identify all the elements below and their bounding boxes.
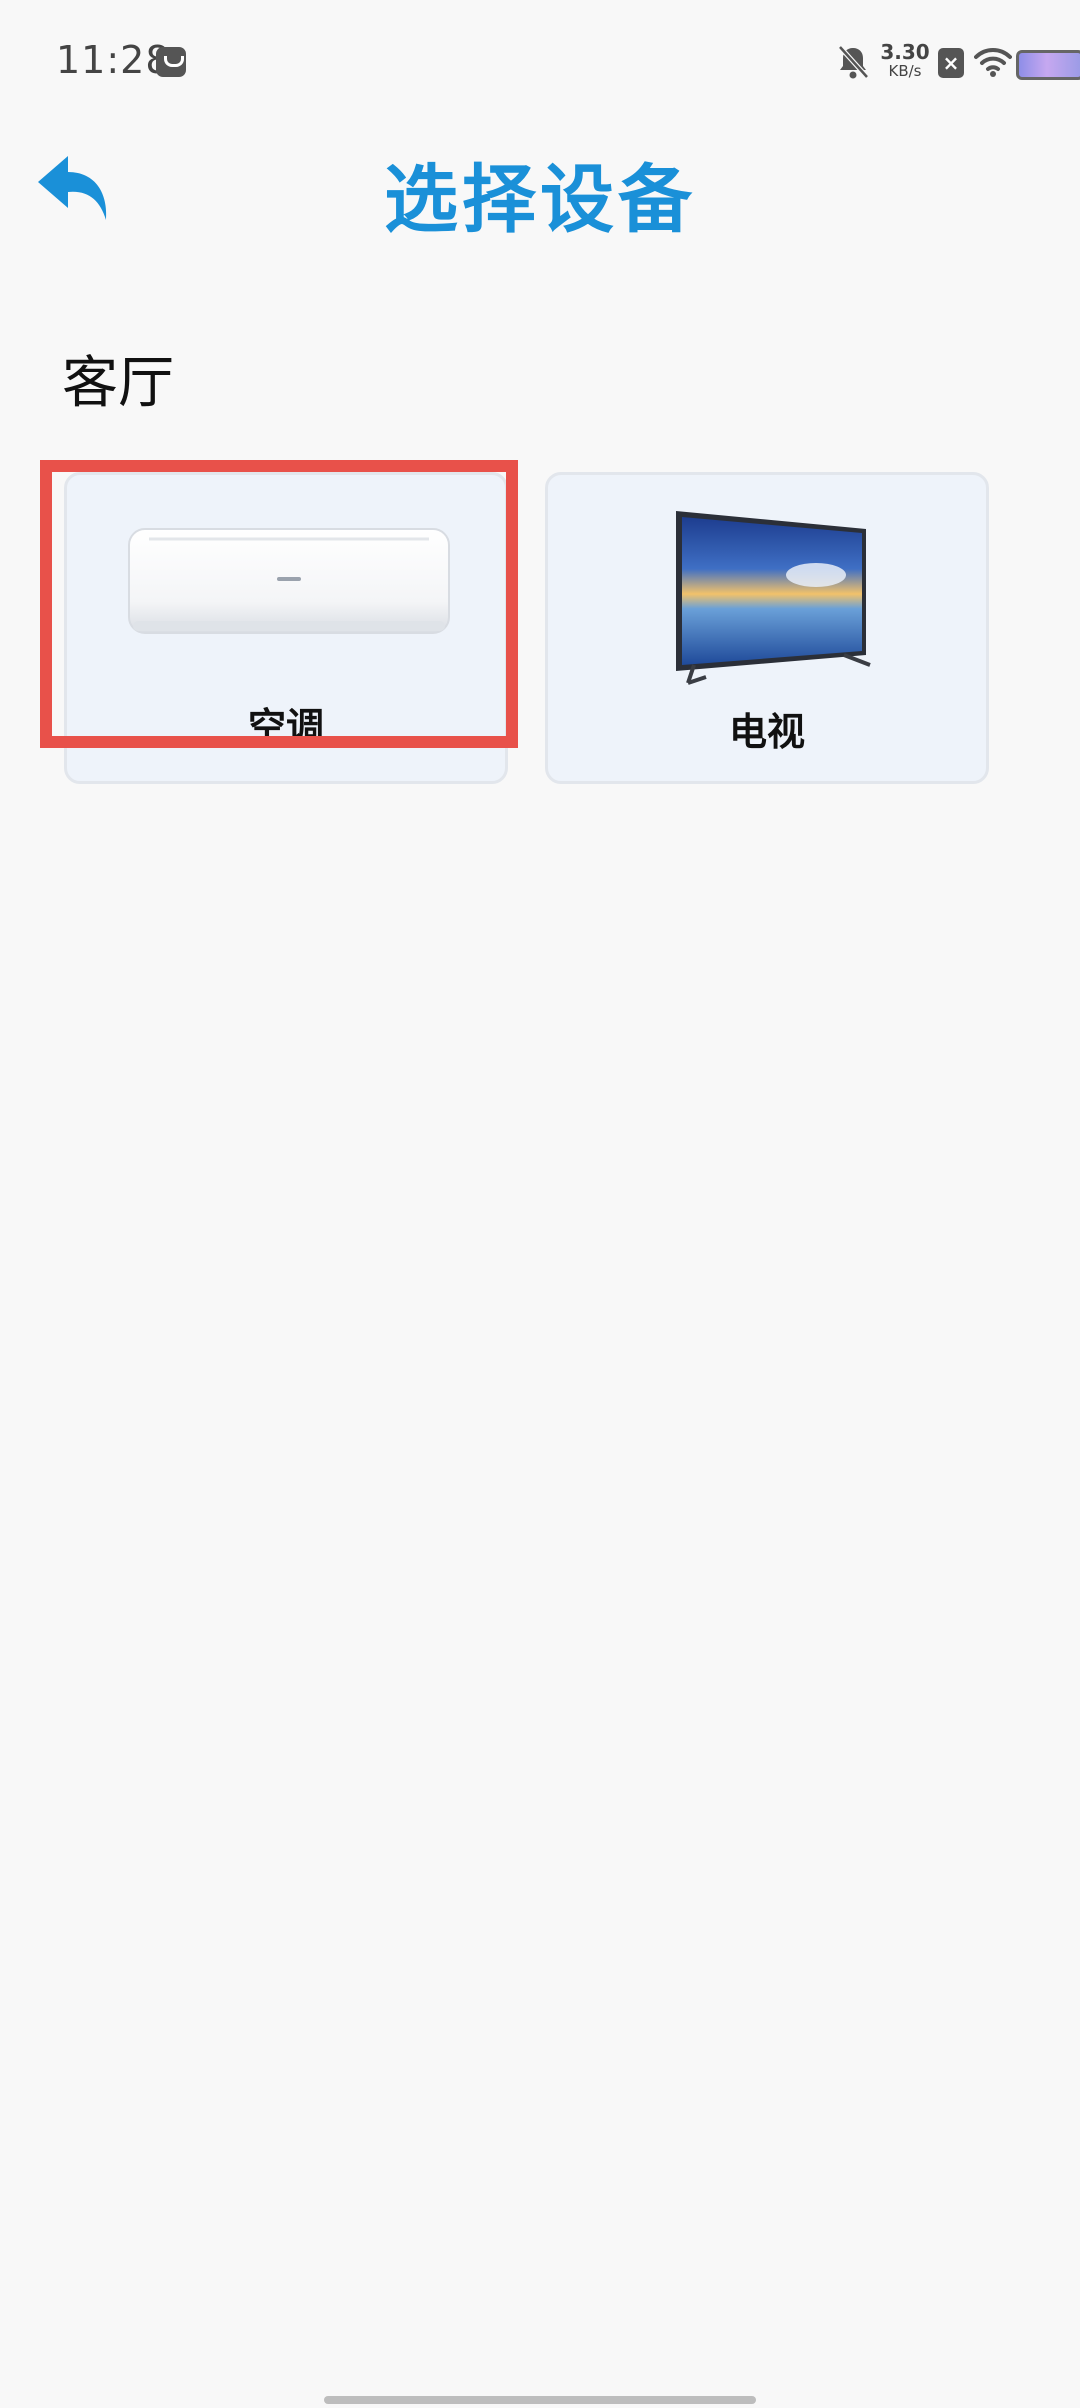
device-label-television: 电视 [728, 710, 805, 754]
wifi-icon [974, 47, 1012, 77]
app-notification-icon [156, 47, 186, 77]
home-indicator[interactable] [324, 2396, 756, 2404]
section-title-living-room: 客厅 [62, 351, 174, 416]
device-label-air-conditioner: 空调 [247, 705, 324, 736]
sim-x-icon: × [938, 48, 964, 78]
page-title: 选择设备 [384, 157, 696, 243]
device-card-television[interactable]: 电视 [545, 472, 989, 784]
television-image [676, 511, 871, 685]
device-card-air-conditioner[interactable] [64, 472, 508, 784]
status-time: 11:28 [56, 38, 171, 82]
network-speed-unit: KB/s [888, 62, 922, 80]
status-bar: 11:28 3.30 KB/s × [0, 0, 1080, 130]
network-speed-value: 3.30 [880, 40, 930, 64]
air-conditioner-label-area: 空调 [64, 680, 508, 736]
network-speed: 3.30 KB/s [878, 42, 932, 79]
bell-off-icon [838, 45, 869, 79]
air-conditioner-image [128, 528, 450, 634]
battery-icon [1016, 50, 1080, 80]
